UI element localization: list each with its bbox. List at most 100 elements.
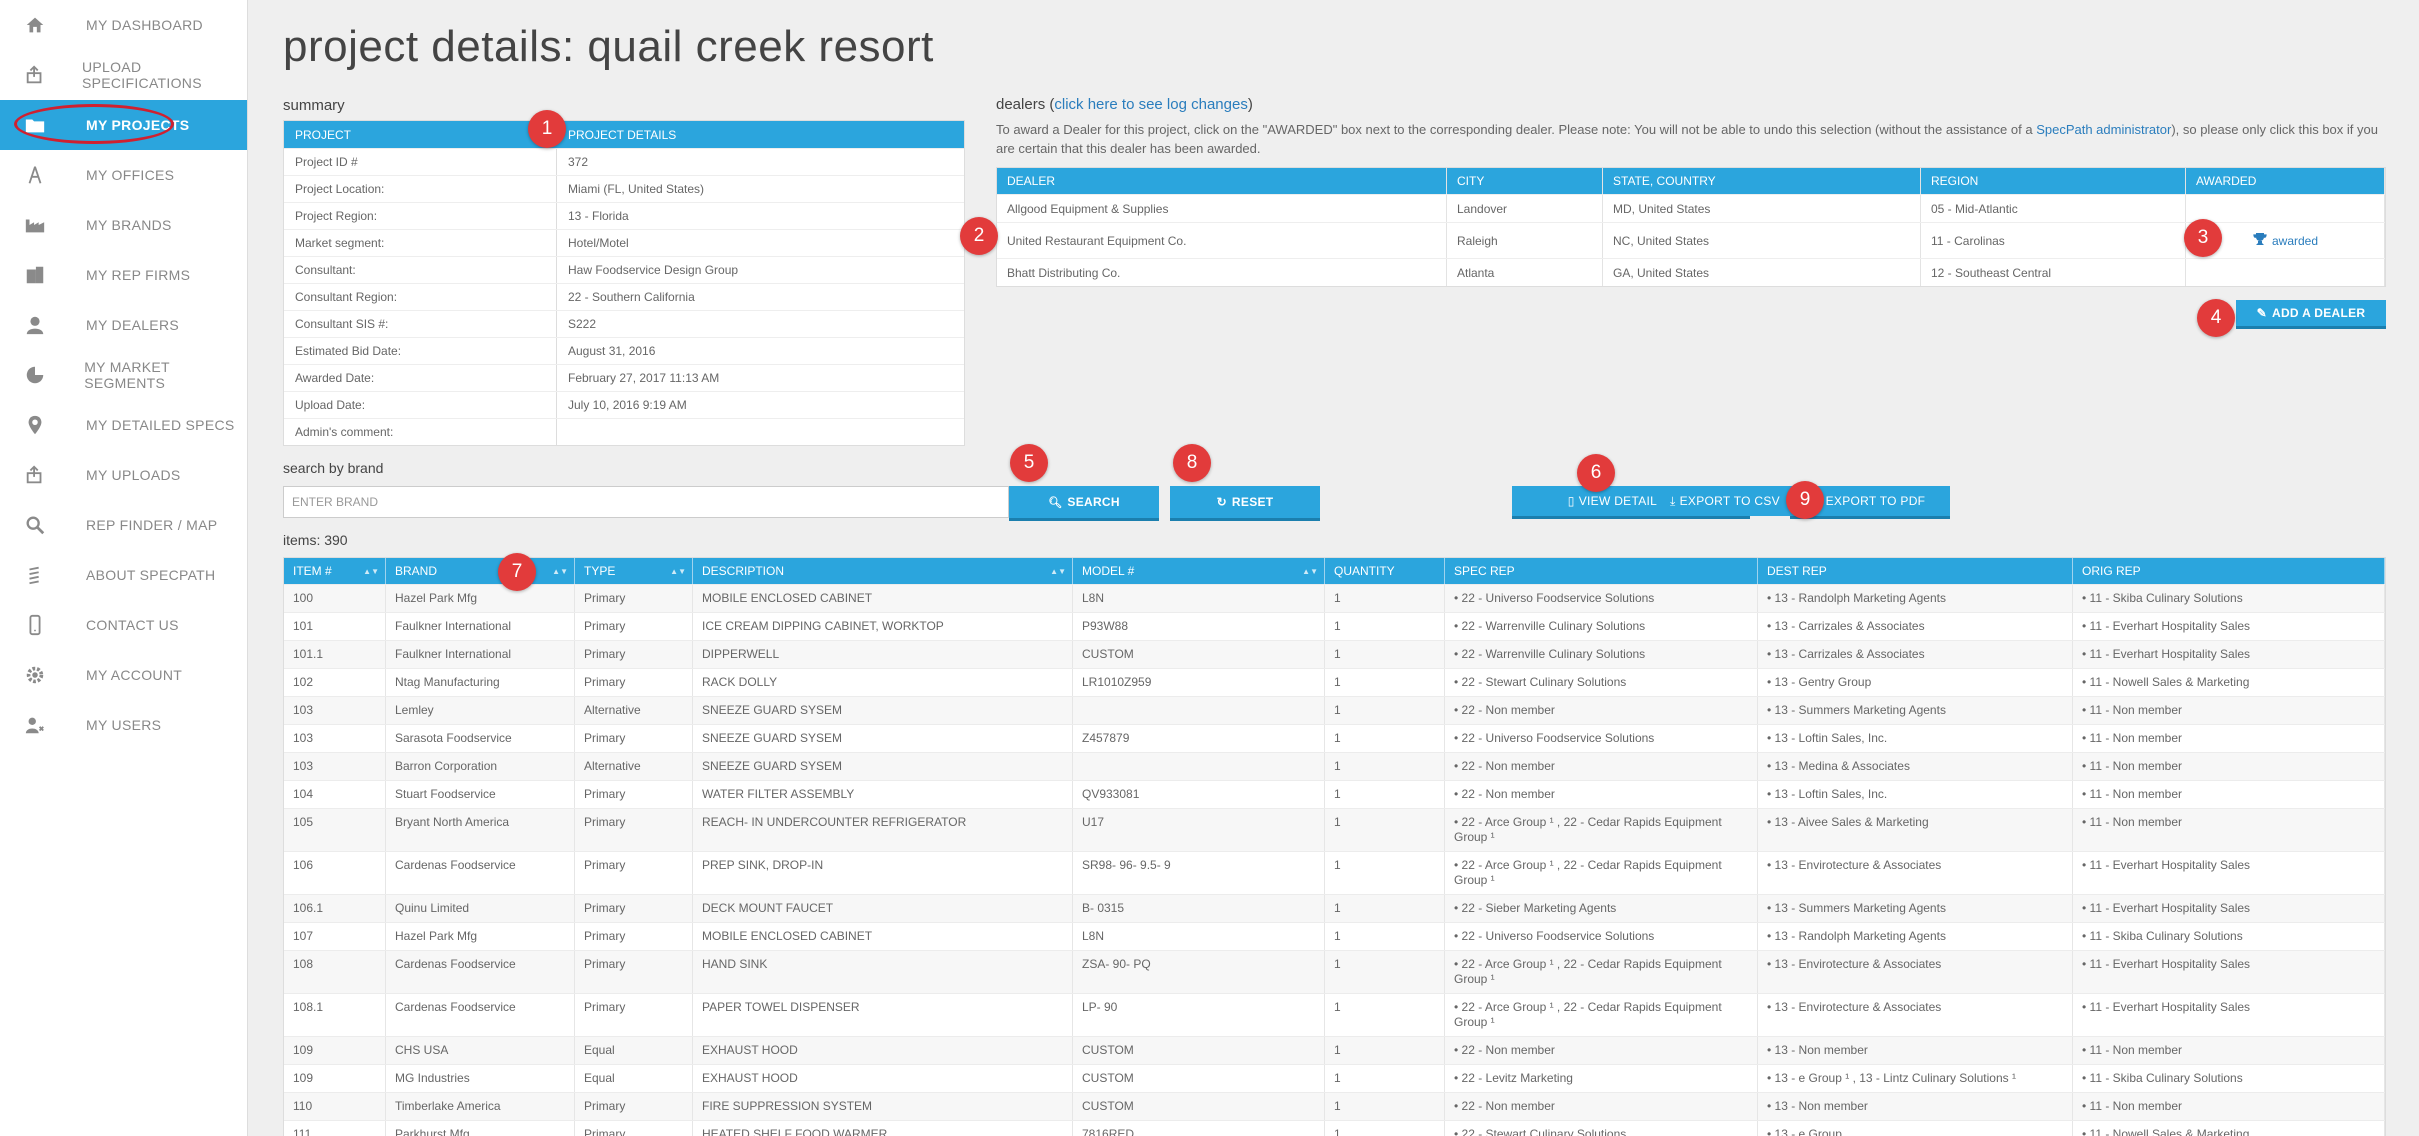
add-dealer-button[interactable]: ✎ ADD A DEALER — [2236, 300, 2386, 326]
sort-icon[interactable]: ▲▼ — [1302, 567, 1318, 576]
sidebar-item-my-users[interactable]: MY USERS — [0, 700, 247, 750]
item-cell: 104 — [284, 781, 386, 808]
gear-icon — [24, 664, 64, 686]
item-cell: Parkhurst Mfg — [386, 1121, 575, 1136]
item-cell: Primary — [575, 809, 693, 851]
sort-icon[interactable]: ▲▼ — [363, 567, 379, 576]
sidebar-item-my-projects[interactable]: MY PROJECTS — [0, 100, 247, 150]
item-cell: Primary — [575, 1121, 693, 1136]
dealer-row: Bhatt Distributing Co. Atlanta GA, United … — [997, 258, 2385, 286]
upload-icon — [24, 64, 60, 86]
item-row: 103 Lemley Alternative SNEEZE GUARD SYSEM 1 •… — [284, 696, 2385, 724]
item-row: 103 Sarasota Foodservice Primary SNEEZE GUA… — [284, 724, 2385, 752]
items-header-cell[interactable]: MODEL # ▲▼ — [1073, 558, 1325, 584]
sort-icon[interactable]: ▲▼ — [552, 567, 568, 576]
item-cell: Primary — [575, 641, 693, 668]
items-header-cell[interactable]: ITEM # ▲▼ — [284, 558, 386, 584]
item-cell: Equal — [575, 1065, 693, 1092]
item-cell: 1 — [1325, 895, 1445, 922]
item-cell: PREP SINK, DROP-IN — [693, 852, 1073, 894]
summary-field-value: February 27, 2017 11:13 AM — [568, 371, 720, 385]
search-button[interactable]: 🔍︎ SEARCH — [1009, 486, 1159, 518]
item-cell: • 22 - Non member — [1445, 753, 1758, 780]
search-button-label: SEARCH — [1067, 495, 1120, 509]
items-header-cell[interactable]: ORIG REP — [2073, 558, 2385, 584]
item-cell: • 11 - Non member — [2073, 725, 2385, 752]
item-cell: • 22 - Stewart Culinary Solutions — [1445, 669, 1758, 696]
callout-badge-6-reset: 8 — [1173, 444, 1211, 482]
item-cell: • 11 - Everhart Hospitality Sales — [2073, 852, 2385, 894]
sidebar-item-upload-specifications[interactable]: UPLOAD SPECIFICATIONS — [0, 50, 247, 100]
item-cell: EXHAUST HOOD — [693, 1065, 1073, 1092]
sidebar-item-my-rep-firms[interactable]: MY REP FIRMS — [0, 250, 247, 300]
specpath-admin-link[interactable]: SpecPath administrator — [2036, 122, 2171, 137]
summary-field-label: Project Region: — [284, 203, 557, 229]
items-header-cell[interactable]: DEST REP — [1758, 558, 2073, 584]
item-cell: 105 — [284, 809, 386, 851]
summary-row: Consultant: Haw Foodservice Design Group — [284, 256, 964, 283]
item-cell: CUSTOM — [1073, 641, 1325, 668]
item-cell: • 13 - Envirotecture & Associates — [1758, 852, 2073, 894]
item-cell: • 13 - Randolph Marketing Agents — [1758, 923, 2073, 950]
items-header-cell[interactable]: TYPE ▲▼ — [575, 558, 693, 584]
export-csv-button[interactable]: ⤓ EXPORT TO CSV — [1660, 486, 1790, 516]
sidebar: MY DASHBOARD UPLOAD SPECIFICATIONS MY PROJ… — [0, 0, 248, 1136]
dealer-cell: GA, United States — [1603, 259, 1921, 286]
sidebar-item-my-dashboard[interactable]: MY DASHBOARD — [0, 0, 247, 50]
reset-button[interactable]: ↻ RESET — [1170, 486, 1320, 518]
item-cell: Primary — [575, 994, 693, 1036]
item-cell: Primary — [575, 951, 693, 993]
item-cell: Faulkner International — [386, 613, 575, 640]
items-header-cell[interactable]: DESCRIPTION ▲▼ — [693, 558, 1073, 584]
item-cell: • 11 - Everhart Hospitality Sales — [2073, 613, 2385, 640]
dealer-cell: United Restaurant Equipment Co. — [997, 223, 1447, 258]
items-header-cell[interactable]: QUANTITY — [1325, 558, 1445, 584]
sidebar-item-my-detailed-specs[interactable]: MY DETAILED SPECS — [0, 400, 247, 450]
item-cell: SR98- 96- 9.5- 9 — [1073, 852, 1325, 894]
items-header-label: ITEM # — [293, 564, 332, 578]
sidebar-item-my-account[interactable]: MY ACCOUNT — [0, 650, 247, 700]
sort-icon[interactable]: ▲▼ — [670, 567, 686, 576]
summary-field-label: Consultant SIS #: — [284, 311, 557, 337]
summary-row: Estimated Bid Date: August 31, 2016 — [284, 337, 964, 364]
brand-search-input[interactable] — [283, 486, 1009, 518]
item-cell: L8N — [1073, 923, 1325, 950]
sort-icon[interactable]: ▲▼ — [1050, 567, 1066, 576]
summary-row: Market segment: Hotel/Motel — [284, 229, 964, 256]
item-cell: • 13 - Loftin Sales, Inc. — [1758, 781, 2073, 808]
awarded-cell[interactable] — [2186, 259, 2385, 286]
awarded-cell[interactable] — [2186, 195, 2385, 222]
callout-badge-6: 6 — [1577, 454, 1615, 492]
item-row: 109 CHS USA Equal EXHAUST HOOD CUSTOM 1 • 22 -… — [284, 1036, 2385, 1064]
sidebar-item-my-brands[interactable]: MY BRANDS — [0, 200, 247, 250]
export-pdf-label: EXPORT TO PDF — [1825, 494, 1926, 508]
dealer-cell: Atlanta — [1447, 259, 1603, 286]
items-header-cell[interactable]: BRAND ▲▼ — [386, 558, 575, 584]
log-changes-link[interactable]: click here to see log changes — [1054, 96, 1247, 113]
callout-badge-7: 7 — [498, 553, 536, 591]
sidebar-item-my-uploads[interactable]: MY UPLOADS — [0, 450, 247, 500]
item-row: 108.1 Cardenas Foodservice Primary PAPER TO… — [284, 993, 2385, 1036]
item-cell: • 22 - Universo Foodservice Solutions — [1445, 585, 1758, 612]
users-icon — [24, 714, 64, 736]
dealer-row: Allgood Equipment & Supplies Landover MD, … — [997, 194, 2385, 222]
summary-header-cell: PROJECT — [295, 127, 352, 142]
item-cell: Stuart Foodservice — [386, 781, 575, 808]
item-cell: 101.1 — [284, 641, 386, 668]
summary-field-value: 372 — [568, 155, 589, 169]
item-cell: PAPER TOWEL DISPENSER — [693, 994, 1073, 1036]
trophy-icon — [2252, 231, 2268, 250]
item-cell: SNEEZE GUARD SYSEM — [693, 725, 1073, 752]
summary-field-value: S222 — [568, 317, 597, 331]
item-cell: Primary — [575, 613, 693, 640]
sidebar-item-about-specpath[interactable]: ABOUT SPECPATH — [0, 550, 247, 600]
items-header-cell[interactable]: SPEC REP — [1445, 558, 1758, 584]
item-cell: • 22 - Non member — [1445, 1093, 1758, 1120]
sidebar-item-my-market-segments[interactable]: MY MARKET SEGMENTS — [0, 350, 247, 400]
item-cell: Cardenas Foodservice — [386, 951, 575, 993]
sidebar-item-contact-us[interactable]: CONTACT US — [0, 600, 247, 650]
sidebar-item-my-offices[interactable]: MY OFFICES — [0, 150, 247, 200]
sidebar-item-my-dealers[interactable]: MY DEALERS — [0, 300, 247, 350]
item-cell: 1 — [1325, 585, 1445, 612]
sidebar-item-rep-finder-map[interactable]: REP FINDER / MAP — [0, 500, 247, 550]
